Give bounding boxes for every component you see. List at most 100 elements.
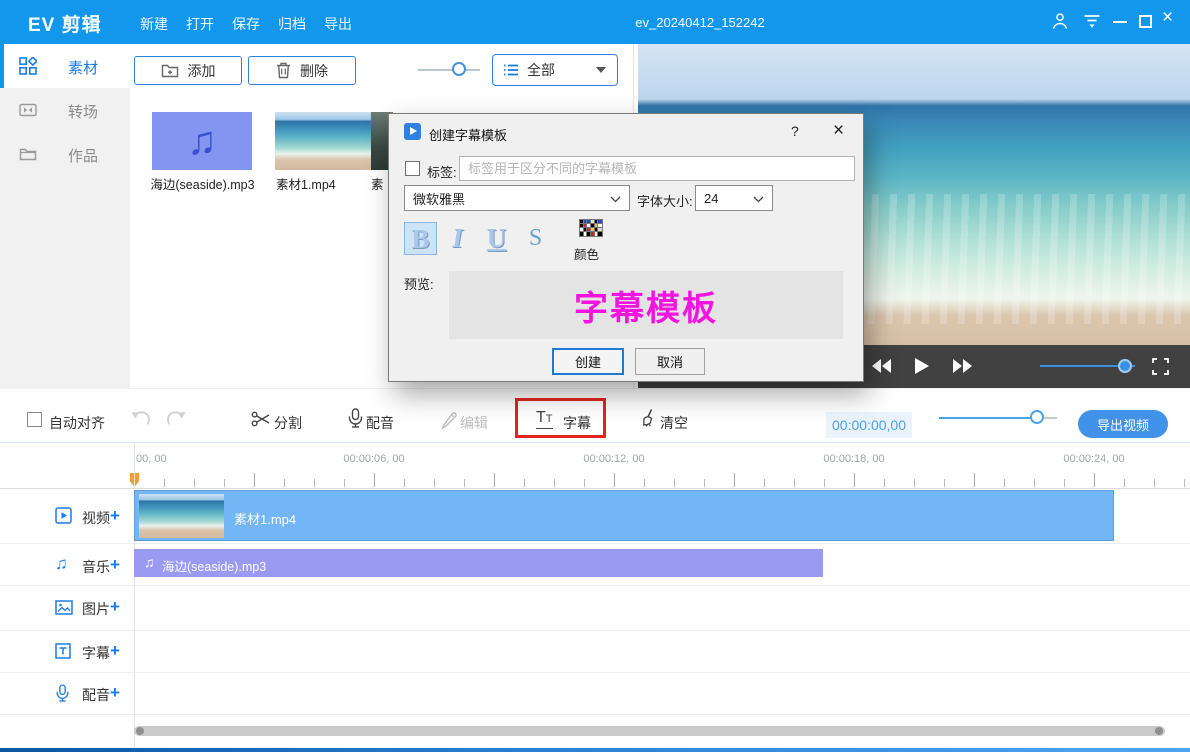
fast-forward-button[interactable] (952, 359, 972, 378)
italic-button[interactable]: I (441, 222, 474, 255)
dub-label[interactable]: 配音 (366, 413, 394, 433)
filter-dropdown[interactable]: 全部 (492, 54, 618, 86)
undo-icon[interactable] (130, 408, 154, 432)
pen-icon[interactable] (440, 410, 459, 434)
music-track-add-button[interactable]: + (110, 557, 120, 573)
underline-button[interactable]: U (480, 222, 513, 255)
grid-icon (19, 57, 37, 80)
thumbnail-size-slider-thumb[interactable] (452, 62, 466, 76)
subtitle-annotation-box (515, 398, 606, 438)
sidebar-item-material[interactable]: 素材 (0, 44, 130, 88)
cancel-button[interactable]: 取消 (635, 348, 705, 375)
maximize-button[interactable] (1139, 15, 1152, 28)
folder-icon (19, 145, 37, 168)
timeline-audio-clip[interactable]: ♫ 海边(seaside).mp3 (134, 549, 823, 577)
image-track-icon (55, 600, 73, 620)
zoom-slider-thumb[interactable] (1030, 410, 1044, 424)
fullscreen-icon[interactable] (1152, 358, 1169, 380)
preview-label: 预览: (404, 274, 434, 293)
broom-icon[interactable] (638, 408, 658, 434)
scissors-icon[interactable] (251, 410, 271, 433)
ruler-label-1: 00:00:06, 00 (343, 453, 404, 465)
image-track-label: 图片 (82, 599, 110, 619)
sidebar-item-works[interactable]: 作品 (0, 132, 130, 176)
add-material-label: 添加 (188, 61, 216, 81)
rewind-button[interactable] (872, 359, 892, 378)
color-label: 颜色 (574, 244, 599, 263)
music-track-label: 音乐 (82, 557, 110, 577)
menu-export[interactable]: 导出 (324, 14, 352, 34)
voiceover-track-add-button[interactable]: + (110, 685, 120, 701)
play-button[interactable] (915, 358, 929, 379)
menu-open[interactable]: 打开 (186, 14, 214, 34)
image-track-add-button[interactable]: + (110, 599, 120, 615)
auto-align-checkbox[interactable] (27, 412, 42, 427)
menu-archive[interactable]: 归档 (278, 14, 306, 34)
voiceover-track-label: 配音 (82, 685, 110, 705)
font-family-select[interactable]: 微软雅黑 (404, 185, 630, 211)
delete-material-button[interactable]: 删除 (248, 56, 356, 85)
subtitle-track-icon (55, 643, 71, 664)
horizontal-scrollbar[interactable] (134, 726, 1165, 736)
dialog-title: 创建字幕模板 (429, 125, 507, 144)
video-clip-name: 素材1.mp4 (234, 509, 296, 528)
window-bottom-border (0, 748, 1190, 752)
row-divider (0, 585, 1190, 586)
menu-new[interactable]: 新建 (140, 14, 168, 34)
dialog-app-icon (404, 123, 421, 140)
minimize-button[interactable] (1113, 21, 1127, 23)
tag-checkbox[interactable] (405, 161, 420, 176)
close-button[interactable]: × (1162, 8, 1173, 27)
redo-icon[interactable] (163, 408, 187, 432)
add-material-button[interactable]: 添加 (134, 56, 242, 85)
sidebar-item-transition[interactable]: 转场 (0, 88, 130, 132)
color-picker-icon[interactable] (579, 219, 603, 237)
clear-label[interactable]: 清空 (660, 413, 688, 433)
timeline-video-clip[interactable]: 素材1.mp4 (134, 490, 1114, 541)
trash-icon (276, 62, 291, 79)
chevron-down-icon (753, 191, 764, 206)
create-button[interactable]: 创建 (552, 348, 624, 375)
create-subtitle-template-dialog: 创建字幕模板 ? × 标签: 微软雅黑 字体大小: 24 B I U S 颜色 … (388, 113, 864, 382)
time-display: 00:00:00,00 (826, 412, 912, 438)
font-family-value: 微软雅黑 (413, 189, 465, 208)
list-icon (503, 63, 519, 77)
row-divider (0, 630, 1190, 631)
voiceover-track-icon (55, 684, 70, 708)
sidebar-label-works: 作品 (68, 145, 98, 166)
subtitle-preview-box: 字幕模板 (449, 271, 843, 339)
video-track-add-button[interactable]: + (110, 508, 120, 524)
tag-input[interactable] (459, 156, 855, 181)
video-track-icon (55, 507, 72, 529)
subtitle-track-label: 字幕 (82, 643, 110, 663)
dialog-help-button[interactable]: ? (791, 123, 799, 139)
audio-clip-note-icon: ♫ (144, 554, 155, 570)
ruler-label-0: 00, 00 (136, 453, 167, 465)
library-item-audio-name: 海边(seaside).mp3 (130, 174, 275, 193)
filter-label: 全部 (527, 60, 555, 80)
music-note-icon: ♫ (187, 121, 217, 161)
ruler-label-3: 00:00:18, 00 (823, 453, 884, 465)
volume-slider-thumb[interactable] (1118, 359, 1132, 373)
row-divider (0, 543, 1190, 544)
account-icon[interactable] (1050, 11, 1070, 36)
edit-label: 编辑 (460, 413, 488, 433)
library-item-video[interactable] (275, 112, 377, 170)
microphone-icon[interactable] (347, 408, 364, 434)
strikethrough-button[interactable]: S (519, 222, 552, 255)
main-menu-icon[interactable] (1082, 12, 1102, 35)
delete-material-label: 删除 (300, 61, 328, 81)
library-item-partial-name: 素 (371, 174, 384, 193)
library-item-audio[interactable]: ♫ (152, 112, 252, 170)
export-video-button[interactable]: 导出视频 (1078, 410, 1168, 438)
ruler-separator (0, 488, 1190, 489)
split-label[interactable]: 分割 (274, 413, 302, 433)
font-size-select[interactable]: 24 (695, 185, 773, 211)
bold-button[interactable]: B (404, 222, 437, 255)
folder-plus-icon (161, 63, 179, 79)
menu-save[interactable]: 保存 (232, 14, 260, 34)
dialog-close-button[interactable]: × (833, 120, 844, 142)
video-clip-thumbnail (139, 494, 224, 538)
subtitle-track-add-button[interactable]: + (110, 643, 120, 659)
dialog-preview-text: 字幕模板 (574, 281, 718, 330)
